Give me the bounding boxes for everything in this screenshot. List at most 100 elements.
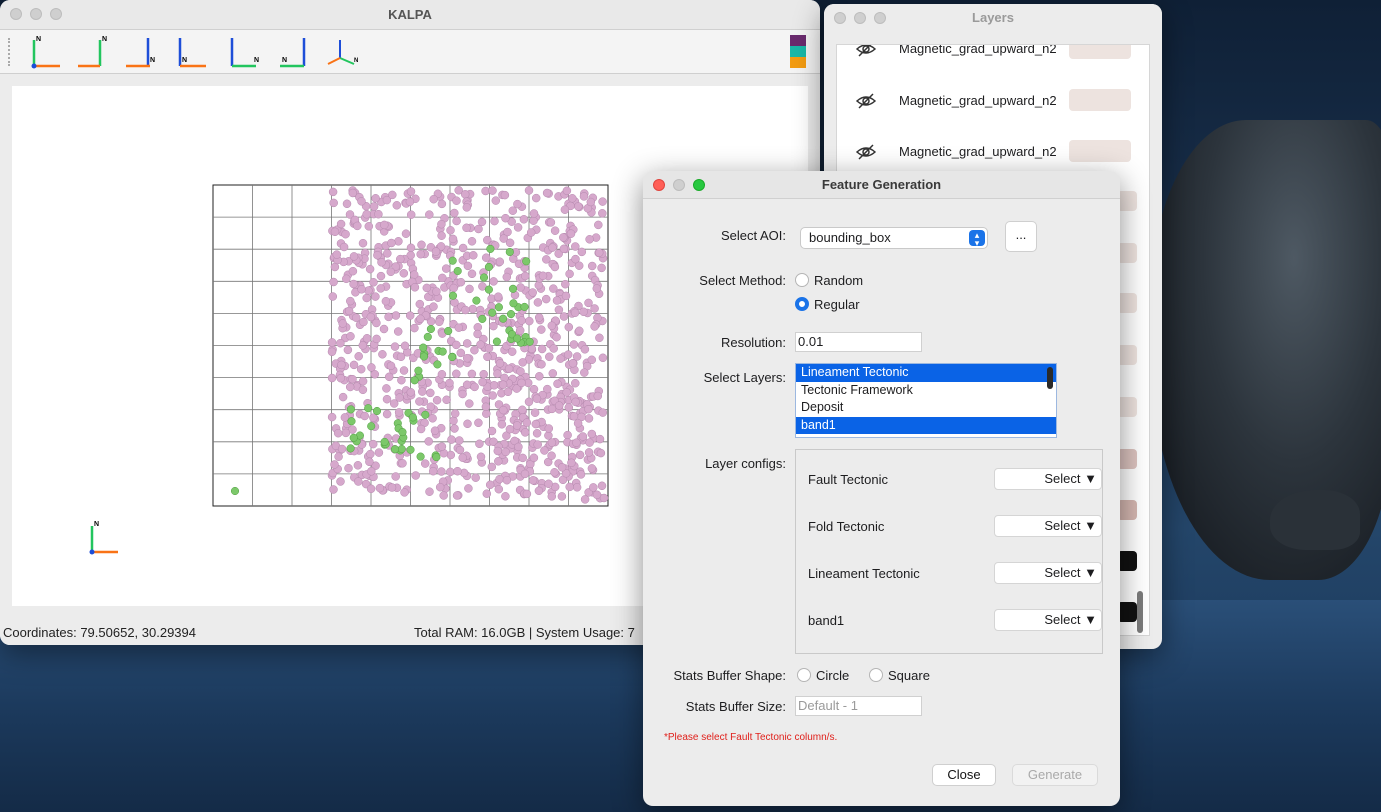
layer-color-swatch[interactable] <box>1069 89 1131 111</box>
eye-slash-icon[interactable] <box>855 91 877 111</box>
layer-color-swatch[interactable] <box>1117 345 1137 365</box>
feature-point <box>520 428 530 437</box>
layer-config-select-button[interactable]: Select ▼ <box>994 468 1102 490</box>
feature-point <box>590 304 599 313</box>
minimize-window-button[interactable] <box>854 12 866 24</box>
layer-row[interactable]: Magnetic_grad_upward_n2 <box>837 87 1149 117</box>
feature-point <box>475 439 484 449</box>
layer-color-swatch[interactable] <box>1117 397 1137 417</box>
eye-slash-icon[interactable] <box>855 142 877 162</box>
layer-color-swatch[interactable] <box>1117 243 1137 263</box>
layer-config-select-button[interactable]: Select ▼ <box>994 609 1102 631</box>
feature-point <box>572 483 582 492</box>
zoom-window-button[interactable] <box>874 12 886 24</box>
svg-text:N: N <box>36 36 41 43</box>
minimize-window-button[interactable] <box>30 8 42 20</box>
feature-point <box>437 219 446 229</box>
feature-point <box>438 347 447 356</box>
layer-color-swatch[interactable] <box>1117 191 1137 211</box>
layer-color-swatch[interactable] <box>1117 602 1137 622</box>
feature-point <box>573 419 583 428</box>
feature-point <box>430 426 440 435</box>
feature-point <box>330 227 340 237</box>
view-right-icon[interactable]: N <box>270 32 318 72</box>
feature-point <box>514 442 523 452</box>
method-regular-radio[interactable] <box>795 297 809 311</box>
feature-point <box>327 338 337 347</box>
feature-point <box>362 293 371 303</box>
feature-point <box>354 477 363 486</box>
layer-list-item[interactable]: band1 <box>796 416 1056 434</box>
layer-config-select-button[interactable]: Select ▼ <box>994 562 1102 584</box>
zoom-window-button[interactable] <box>693 179 705 191</box>
feature-point <box>501 213 510 223</box>
feature-point <box>486 244 495 253</box>
kalpa-titlebar: KALPA <box>0 0 820 30</box>
feature-point <box>468 304 478 314</box>
close-button[interactable]: Close <box>932 764 996 786</box>
method-random-radio[interactable] <box>795 273 809 287</box>
feature-point <box>549 344 558 353</box>
feature-point <box>561 291 571 301</box>
layers-listbox[interactable]: Lineament Tectonic Tectonic Framework De… <box>795 363 1057 438</box>
view-left-icon[interactable]: N <box>220 32 268 72</box>
feature-point <box>525 316 534 326</box>
layer-row[interactable]: Magnetic_grad_upward_n2 <box>837 138 1149 168</box>
eye-slash-icon[interactable] <box>855 44 877 59</box>
aoi-select[interactable]: bounding_box ▴ ▾ <box>800 227 988 249</box>
feature-point <box>380 220 389 230</box>
feature-point <box>410 376 419 385</box>
layer-config-row: Lineament Tectonic Select ▼ <box>796 562 1104 586</box>
layer-color-swatch[interactable] <box>1117 449 1137 469</box>
feature-point <box>563 350 573 359</box>
layers-listbox-scrollbar[interactable] <box>1047 367 1053 389</box>
layer-color-swatch[interactable] <box>1117 551 1137 571</box>
layer-list-item[interactable]: Lineament Tectonic <box>796 364 1056 382</box>
feature-point <box>327 373 337 383</box>
layer-list-item[interactable]: Deposit <box>796 399 1056 417</box>
view-front-icon[interactable]: N <box>120 32 168 72</box>
toolbar-grip[interactable] <box>8 37 12 66</box>
feature-point <box>422 283 432 293</box>
view-isometric-icon[interactable]: N <box>320 32 368 72</box>
buffer-square-radio[interactable] <box>869 668 883 682</box>
feature-point <box>362 209 371 219</box>
close-window-button[interactable] <box>10 8 22 20</box>
layer-config-select-button[interactable]: Select ▼ <box>994 515 1102 537</box>
feature-point <box>489 321 498 331</box>
buffer-circle-radio[interactable] <box>797 668 811 682</box>
feature-point <box>448 352 457 362</box>
feature-point <box>448 234 458 244</box>
layer-color-swatch[interactable] <box>1117 293 1137 313</box>
feature-point <box>537 325 546 334</box>
layer-list-item[interactable]: Tectonic Framework <box>796 382 1056 400</box>
close-window-button[interactable] <box>653 179 665 191</box>
feature-point <box>561 279 570 289</box>
layer-color-swatch[interactable] <box>1069 140 1131 162</box>
feature-point <box>409 270 419 279</box>
feature-point <box>336 477 345 486</box>
layer-row[interactable]: Magnetic_grad_upward_n2 <box>837 44 1149 65</box>
feature-point <box>372 406 382 416</box>
layer-color-swatch[interactable] <box>1069 45 1131 59</box>
feature-point <box>529 453 539 463</box>
layer-color-swatch[interactable] <box>1117 500 1137 520</box>
dialog-title: Feature Generation <box>821 177 942 192</box>
feature-point <box>479 369 488 379</box>
view-top-right-icon[interactable]: N <box>70 32 118 72</box>
zoom-window-button[interactable] <box>50 8 62 20</box>
generate-button[interactable]: Generate <box>1012 764 1098 786</box>
feature-point <box>498 380 508 389</box>
feature-point <box>437 467 446 476</box>
view-back-icon[interactable]: N <box>170 32 218 72</box>
minimize-window-button[interactable] <box>673 179 685 191</box>
feature-point <box>547 492 557 501</box>
feature-point <box>391 472 400 481</box>
resolution-input[interactable]: 0.01 <box>795 332 922 352</box>
aoi-more-button[interactable]: ... <box>1005 221 1037 252</box>
close-window-button[interactable] <box>834 12 846 24</box>
buffer-size-input[interactable]: Default - 1 <box>795 696 922 716</box>
layers-label: Select Layers: <box>703 370 786 385</box>
view-top-left-icon[interactable]: N <box>20 32 68 72</box>
layer-list-scrollbar[interactable] <box>1137 591 1143 633</box>
